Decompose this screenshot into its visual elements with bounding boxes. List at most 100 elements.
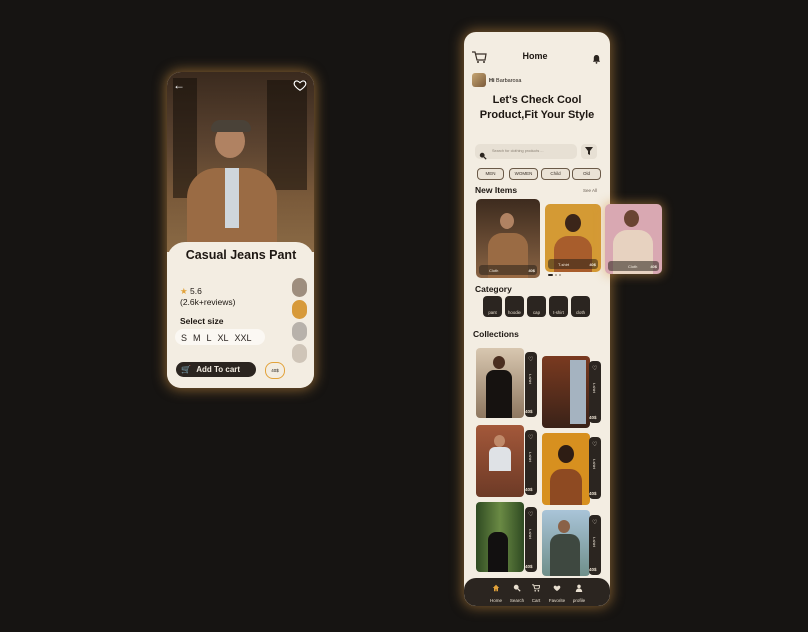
tab-search[interactable]: Search (507, 578, 527, 606)
filter-chip-men[interactable]: MEN (477, 168, 504, 180)
cart-logo-icon[interactable] (471, 50, 487, 63)
item-price: 40$ (650, 264, 657, 269)
heart-icon[interactable]: ♡ (592, 365, 597, 372)
size-option-m[interactable]: M (193, 330, 201, 346)
collection-figure-head (558, 445, 574, 463)
heart-icon (553, 585, 561, 591)
heart-icon[interactable]: ♡ (528, 511, 533, 518)
rating-row: ★ 5.6 (180, 286, 202, 297)
collection-side-strip: ♡ t-shirt 40$ (525, 430, 537, 495)
review-count: (2.6k+reviews) (180, 297, 236, 307)
collection-card[interactable] (476, 348, 524, 418)
filter-chip-women[interactable]: WOMEN (509, 168, 538, 180)
collection-price: 40$ (589, 491, 597, 496)
carousel-dots (548, 274, 561, 277)
model-cap (211, 120, 251, 132)
collection-side-strip: ♡ t-shirt 40$ (589, 361, 601, 423)
color-swatch-grey[interactable] (292, 322, 307, 341)
heart-icon[interactable]: ♡ (528, 434, 533, 441)
size-option-s[interactable]: S (181, 330, 187, 346)
tab-favorite[interactable]: Favorite (547, 578, 567, 606)
select-size-label: Select size (180, 316, 224, 326)
model-shirt (225, 168, 239, 228)
new-item-card[interactable]: Cloth 40$ (476, 199, 540, 278)
collection-label: t-shirt (592, 383, 597, 393)
rating-value: 5.6 (190, 286, 202, 296)
add-to-cart-label: Add To cart (196, 365, 241, 374)
collection-label: t-shirt (528, 529, 533, 539)
new-items-title: New Items (475, 185, 518, 195)
new-item-card[interactable]: T-shirt 40$ (545, 204, 601, 272)
filter-chip-old[interactable]: Old (572, 168, 601, 180)
greeting-name: Barbarosa (496, 78, 522, 84)
color-swatch-mustard[interactable] (292, 300, 307, 319)
filter-icon (585, 147, 593, 155)
category-label: pant (488, 310, 497, 315)
tab-cart[interactable]: Cart (526, 578, 546, 606)
greeting-prefix: Hi (489, 78, 495, 84)
size-option-l[interactable]: L (207, 330, 212, 346)
collection-label: t-shirt (528, 452, 533, 462)
color-swatch-taupe[interactable] (292, 278, 307, 297)
avatar[interactable] (472, 73, 486, 87)
category-label: cloth (575, 310, 586, 315)
back-arrow-icon[interactable]: ← (173, 78, 187, 92)
size-option-xxl[interactable]: XXL (235, 330, 252, 346)
price-badge: 40$ (265, 362, 285, 379)
collection-card[interactable] (476, 425, 524, 497)
collection-card[interactable] (542, 510, 590, 576)
new-item-card-floating[interactable]: Cloth 40$ (605, 204, 662, 274)
category-cap[interactable]: cap (527, 296, 546, 317)
collection-side-strip: ♡ t-shirt 40$ (525, 507, 537, 572)
item-info-bar: Cloth 40$ (479, 265, 537, 275)
bell-icon[interactable] (592, 51, 602, 64)
category-cloth[interactable]: cloth (571, 296, 590, 317)
add-to-cart-button[interactable]: 🛒 Add To cart (176, 362, 256, 377)
collection-figure-head (493, 356, 505, 369)
category-t-shirt[interactable]: t-shirt (549, 296, 568, 317)
cart-icon: 🛒 (181, 365, 191, 374)
collection-card[interactable] (542, 433, 590, 505)
carousel-dot (559, 274, 561, 276)
category-label: t-shirt (553, 310, 564, 315)
collection-price: 40$ (525, 409, 533, 414)
item-figure-head (565, 214, 581, 232)
heart-icon[interactable]: ♡ (528, 356, 533, 363)
collection-card[interactable] (542, 356, 590, 428)
collection-card[interactable] (476, 502, 524, 572)
collection-figure-body (488, 532, 508, 572)
search-placeholder: Search for clothing products ... (492, 149, 544, 153)
collection-label: t-shirt (592, 537, 597, 547)
product-name: Casual Jeans Pant (185, 248, 297, 262)
filter-chip-child[interactable]: Child (541, 168, 570, 180)
category-pant[interactable]: pant (483, 296, 502, 317)
collection-side-strip: ♡ t-shirt 40$ (589, 515, 601, 575)
search-icon (513, 584, 521, 592)
collection-price: 40$ (525, 487, 533, 492)
size-option-xl[interactable]: XL (218, 330, 229, 346)
category-label: cap (533, 310, 540, 315)
tab-profile[interactable]: profile (569, 578, 589, 606)
heart-icon[interactable]: ♡ (592, 441, 597, 448)
heart-icon[interactable] (293, 78, 309, 94)
collection-label: t-shirt (592, 459, 597, 469)
tab-search-label: Search (509, 598, 525, 603)
collection-label: t-shirt (528, 374, 533, 384)
see-all-link[interactable]: See All (583, 188, 597, 193)
collection-figure-body (550, 534, 580, 576)
collection-side-strip: ♡ t-shirt 40$ (525, 352, 537, 417)
collection-figure-body (550, 469, 582, 505)
photo-window-right (267, 80, 307, 190)
tab-home[interactable]: Home (486, 578, 506, 606)
color-swatch-beige[interactable] (292, 344, 307, 363)
size-selector: S M L XL XXL (175, 329, 265, 345)
search-input[interactable]: Search for clothing products ... (475, 144, 577, 160)
collection-side-strip: ♡ t-shirt 40$ (589, 437, 601, 499)
filter-button[interactable] (581, 144, 597, 159)
category-label: hoodie (508, 310, 521, 315)
home-screen: Home Hi Barbarosa Let's Check Cool Produ… (464, 32, 610, 606)
tab-cart-label: Cart (531, 598, 541, 603)
category-hoodie[interactable]: hoodie (505, 296, 524, 317)
star-icon: ★ (180, 286, 188, 296)
heart-icon[interactable]: ♡ (592, 519, 597, 526)
